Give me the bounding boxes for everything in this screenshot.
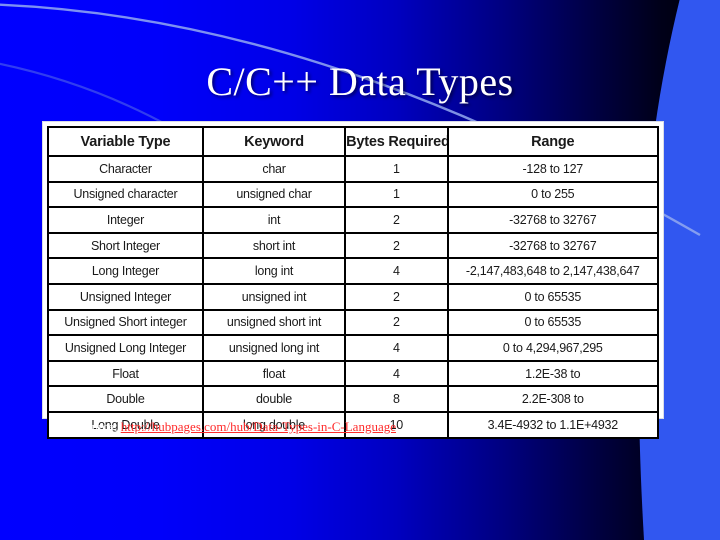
cell-variable-type: Character: [47, 155, 204, 183]
cell-bytes: 2: [344, 206, 449, 234]
cell-variable-type: Float: [47, 359, 204, 388]
table-row: Unsigned Long Integer unsigned long int …: [47, 334, 660, 362]
cell-keyword: double: [201, 385, 347, 413]
cell-variable-type: Long Integer: [47, 257, 204, 285]
slide-canvas: C/C++ Data Types Variable Type Keyword B…: [0, 0, 720, 540]
table-row: Character char 1 -128 to 127: [47, 155, 660, 183]
cell-variable-type: Short Integer: [47, 231, 204, 260]
cell-bytes: 2: [344, 231, 449, 260]
cell-range: 0 to 65535: [446, 282, 660, 311]
cell-range: 1.2E-38 to: [446, 359, 660, 388]
table-row: Unsigned Short integer unsigned short in…: [47, 308, 660, 337]
cell-variable-type: Double: [47, 385, 204, 413]
cell-bytes: 2: [344, 308, 449, 337]
table-header-row: Variable Type Keyword Bytes Required Ran…: [47, 126, 660, 157]
column-header-variable-type: Variable Type: [47, 126, 204, 157]
table-row: Unsigned character unsigned char 1 0 to …: [47, 180, 660, 209]
cell-range: -32768 to 32767: [446, 206, 660, 234]
source-link[interactable]: http://hubpages.com/hub/Data-Types-in-C-…: [121, 419, 396, 434]
cell-keyword: unsigned int: [201, 282, 347, 311]
source-label: Source:: [78, 419, 118, 434]
cell-bytes: 2: [344, 282, 449, 311]
table-row: Float float 4 1.2E-38 to: [47, 359, 660, 388]
cell-bytes: 4: [344, 359, 449, 388]
cell-range: 3.4E-4932 to 1.1E+4932: [446, 410, 660, 439]
cell-bytes: 1: [344, 180, 449, 209]
cell-variable-type: Unsigned Short integer: [47, 308, 204, 337]
cell-bytes: 8: [344, 385, 449, 413]
cell-keyword: long int: [201, 257, 347, 285]
cell-range: 0 to 255: [446, 180, 660, 209]
source-attribution: Source: http://hubpages.com/hub/Data-Type…: [78, 419, 396, 435]
cell-keyword: unsigned long int: [201, 334, 347, 362]
cell-variable-type: Unsigned Long Integer: [47, 334, 204, 362]
table-row: Long Integer long int 4 -2,147,483,648 t…: [47, 257, 660, 285]
cell-variable-type: Unsigned Integer: [47, 282, 204, 311]
data-types-table: Variable Type Keyword Bytes Required Ran…: [47, 126, 660, 439]
cell-variable-type: Integer: [47, 206, 204, 234]
cell-keyword: char: [201, 155, 347, 183]
page-title: C/C++ Data Types: [206, 59, 514, 104]
table-row: Double double 8 2.2E-308 to: [47, 385, 660, 413]
table-body: Character char 1 -128 to 127 Unsigned ch…: [47, 155, 660, 439]
table-row: Short Integer short int 2 -32768 to 3276…: [47, 231, 660, 260]
column-header-range: Range: [446, 126, 660, 157]
cell-keyword: short int: [201, 231, 347, 260]
cell-keyword: int: [201, 206, 347, 234]
cell-bytes: 4: [344, 257, 449, 285]
data-types-table-frame: Variable Type Keyword Bytes Required Ran…: [42, 121, 664, 439]
cell-bytes: 1: [344, 155, 449, 183]
column-header-keyword: Keyword: [201, 126, 347, 157]
cell-keyword: unsigned short int: [201, 308, 347, 337]
table-row: Integer int 2 -32768 to 32767: [47, 206, 660, 234]
cell-range: -32768 to 32767: [446, 231, 660, 260]
table-row: Unsigned Integer unsigned int 2 0 to 655…: [47, 282, 660, 311]
cell-keyword: float: [201, 359, 347, 388]
cell-keyword: unsigned char: [201, 180, 347, 209]
column-header-bytes-required: Bytes Required: [344, 126, 449, 157]
cell-range: 2.2E-308 to: [446, 385, 660, 413]
cell-range: 0 to 65535: [446, 308, 660, 337]
cell-bytes: 4: [344, 334, 449, 362]
cell-variable-type: Unsigned character: [47, 180, 204, 209]
cell-range: 0 to 4,294,967,295: [446, 334, 660, 362]
cell-range: -2,147,483,648 to 2,147,438,647: [446, 257, 660, 285]
cell-range: -128 to 127: [446, 155, 660, 183]
